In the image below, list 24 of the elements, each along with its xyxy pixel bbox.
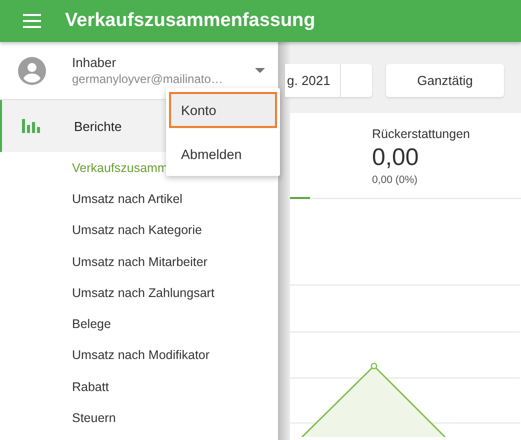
menu-icon[interactable]: [23, 14, 41, 28]
sub-nav-item[interactable]: Umsatz nach Modifikator: [0, 340, 278, 372]
page-title: Verkaufszusammenfassung: [65, 10, 316, 32]
sub-nav-item[interactable]: Rabatt: [0, 371, 278, 402]
caret-icon[interactable]: [255, 68, 265, 73]
sub-nav-item[interactable]: Umsatz nach Artikel: [0, 183, 278, 215]
date-range-button[interactable]: g. 2021: [285, 64, 372, 97]
account-email: germanyloyver@mailinato…: [72, 72, 224, 86]
date-range-text: g. 2021: [286, 72, 332, 90]
nav-label: Berichte: [74, 118, 122, 134]
sub-nav-item[interactable]: Umsatz nach Kategorie: [0, 214, 278, 246]
stat-change: 0,00 (0%): [372, 174, 419, 186]
bar-chart-icon: [22, 119, 40, 133]
user-avatar-icon: [18, 56, 46, 84]
sub-nav-item[interactable]: Umsatz nach Zahlungsart: [0, 277, 278, 308]
time-filter-button[interactable]: Ganztätig: [386, 64, 504, 97]
sub-nav-item[interactable]: Steuern: [0, 402, 278, 434]
sub-nav-item[interactable]: Umsatz nach Mitarbeiter: [0, 246, 278, 278]
stat-label: Rückerstattungen: [372, 127, 470, 141]
stat-value: 0,00: [372, 144, 420, 172]
account-role: Inhaber: [72, 55, 118, 70]
sub-nav-item[interactable]: Belege: [0, 308, 278, 340]
menu-item[interactable]: Konto: [169, 92, 277, 128]
active-tab-indicator: [290, 197, 310, 199]
